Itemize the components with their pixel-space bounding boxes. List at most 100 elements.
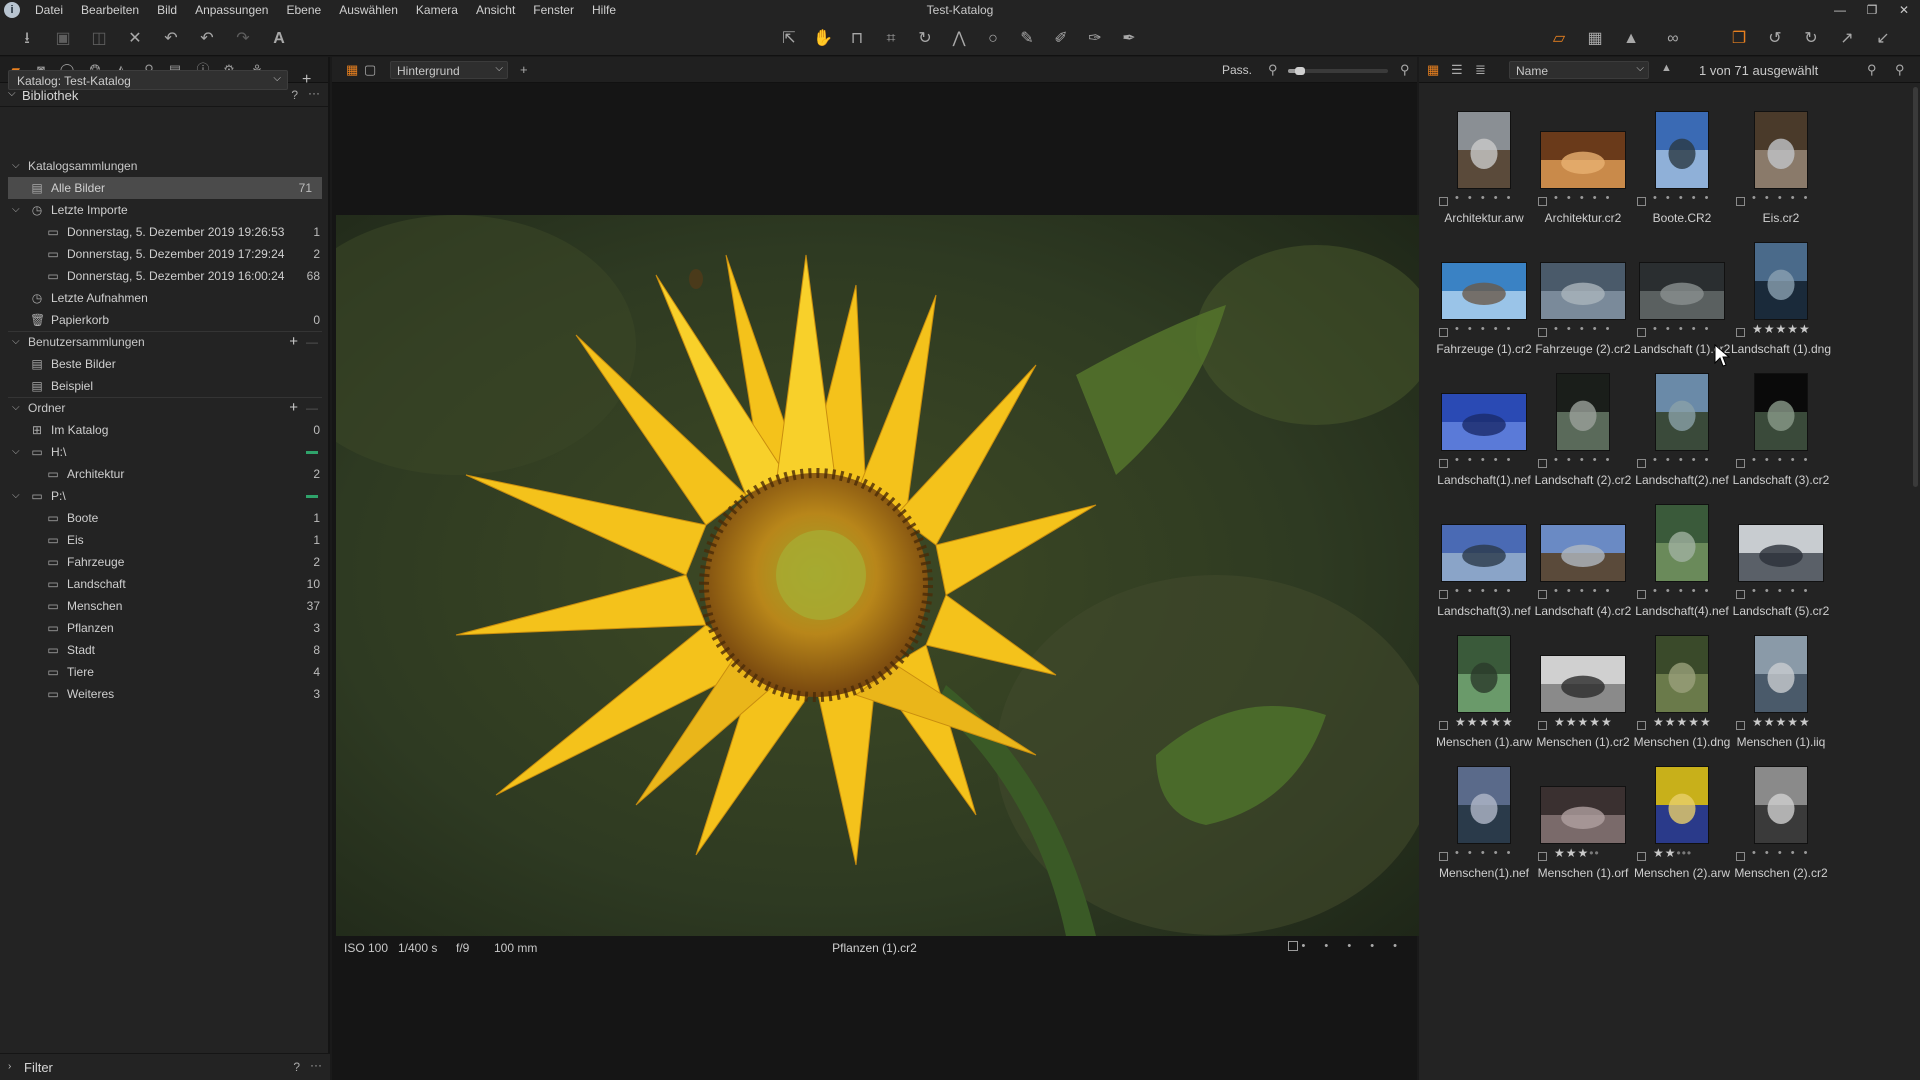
menu-fenster[interactable]: Fenster: [524, 0, 583, 20]
section-benutzersammlungen[interactable]: ⌵ Benutzersammlungen + —: [0, 331, 330, 353]
color-tag-box[interactable]: [1538, 590, 1547, 599]
add-catalog-icon[interactable]: +: [302, 71, 311, 89]
collection-all-images[interactable]: ▤ Alle Bilder 71: [8, 177, 322, 199]
scrollbar[interactable]: [1913, 87, 1918, 487]
user-collection-item[interactable]: ▤ Beste Bilder: [0, 353, 330, 375]
drive-h[interactable]: ⌵ ▭ H:\: [0, 441, 330, 463]
thumbnail-image[interactable]: [1639, 262, 1725, 320]
text-tool-icon[interactable]: A: [268, 28, 290, 50]
add-icon[interactable]: +: [520, 62, 528, 77]
copy-adjustments-icon[interactable]: ❐: [1728, 28, 1750, 50]
rating-stars[interactable]: • • • • •: [1752, 847, 1810, 859]
folder-item[interactable]: ▭ Eis 1: [0, 529, 330, 551]
color-tag-box[interactable]: [1439, 459, 1448, 468]
zoom-out-icon[interactable]: ⚲: [1268, 62, 1278, 78]
rating-stars[interactable]: • • • • •: [1455, 192, 1513, 204]
viewer-rating[interactable]: • • • • •: [1287, 940, 1405, 952]
zoom-slider[interactable]: [1288, 67, 1388, 75]
rotate-left-icon[interactable]: ↺: [1764, 28, 1786, 50]
drive-p[interactable]: ⌵ ▭ P:\: [0, 485, 330, 507]
delete-icon[interactable]: ✕: [124, 28, 146, 50]
list-view-icon[interactable]: ☰: [1451, 62, 1463, 78]
color-tag-box[interactable]: [1439, 721, 1448, 730]
catalog-select[interactable]: Katalog: Test-Katalog ⌵: [8, 70, 288, 90]
rating-stars[interactable]: ★★★★★: [1752, 715, 1811, 729]
rating-dots[interactable]: • • • • •: [1302, 940, 1405, 952]
color-tag-box[interactable]: [1736, 197, 1745, 206]
rating-stars[interactable]: • • • • •: [1554, 323, 1612, 335]
process-icon[interactable]: ◫: [88, 28, 110, 50]
thumbnail-image[interactable]: [1441, 524, 1527, 582]
help-icon[interactable]: ?: [293, 1060, 300, 1074]
color-tag-box[interactable]: [1736, 459, 1745, 468]
thumbnail-image[interactable]: [1441, 393, 1527, 451]
menu-anpassungen[interactable]: Anpassungen: [186, 0, 277, 20]
grid-view-icon[interactable]: ▦: [1584, 28, 1606, 50]
color-tag-box[interactable]: [1538, 721, 1547, 730]
color-tag-box[interactable]: [1637, 852, 1646, 861]
undo-icon[interactable]: ↶: [196, 28, 218, 50]
menu-hilfe[interactable]: Hilfe: [583, 0, 625, 20]
rating-stars[interactable]: • • • • •: [1752, 454, 1810, 466]
menu-ansicht[interactable]: Ansicht: [467, 0, 524, 20]
folder-item[interactable]: ▭ Pflanzen 3: [0, 617, 330, 639]
color-tag-box[interactable]: [1637, 197, 1646, 206]
color-tag-box[interactable]: [1736, 721, 1745, 730]
thumbnail-image[interactable]: [1540, 262, 1626, 320]
rating-stars[interactable]: • • • • •: [1752, 192, 1810, 204]
import-icon[interactable]: ⭳: [16, 28, 38, 50]
thumbnail-image[interactable]: [1457, 111, 1511, 189]
select-tool-icon[interactable]: ⇱: [778, 28, 800, 50]
folder-in-catalog[interactable]: ⊞ Im Katalog 0: [0, 419, 330, 441]
color-tag-box[interactable]: [1736, 328, 1745, 337]
multi-view-icon[interactable]: ▦: [346, 62, 358, 78]
rating-stars[interactable]: • • • • •: [1554, 192, 1612, 204]
thumbnail-image[interactable]: [1540, 786, 1626, 844]
thumbnail-image[interactable]: [1754, 111, 1808, 189]
thumbnail-image[interactable]: [1754, 635, 1808, 713]
thumbnail-image[interactable]: [1457, 635, 1511, 713]
rating-stars[interactable]: • • • • •: [1455, 847, 1513, 859]
menu-bild[interactable]: Bild: [148, 0, 186, 20]
thumbnail-image[interactable]: [1754, 373, 1808, 451]
menu-bearbeiten[interactable]: Bearbeiten: [72, 0, 148, 20]
rating-stars[interactable]: • • • • •: [1455, 454, 1513, 466]
spot-tool-icon[interactable]: ○: [982, 28, 1004, 50]
rating-stars[interactable]: ★★★★★: [1554, 715, 1613, 729]
sort-select[interactable]: Name ⌵: [1509, 61, 1649, 79]
thumbnail-image[interactable]: [1655, 111, 1709, 189]
apply-icon[interactable]: ↙: [1872, 28, 1894, 50]
maximize-button[interactable]: ❐: [1856, 0, 1888, 20]
crop-tool-icon[interactable]: ⌗: [880, 28, 902, 50]
rating-stars[interactable]: ★★★••: [1554, 846, 1600, 860]
user-collection-item[interactable]: ▤ Beispiel: [0, 375, 330, 397]
collection-trash[interactable]: 🗑 Papierkorb 0: [0, 309, 330, 331]
thumbnail[interactable]: • • • • • Menschen (2).cr2: [1722, 748, 1840, 908]
main-photo[interactable]: [336, 215, 1420, 936]
thumbnail-image[interactable]: [1457, 766, 1511, 844]
menu-auswaehlen[interactable]: Auswählen: [330, 0, 407, 20]
reset-icon[interactable]: ↶: [160, 28, 182, 50]
collection-recent-captures[interactable]: ◷ Letzte Aufnahmen: [0, 287, 330, 309]
camera-icon[interactable]: ▣: [52, 28, 74, 50]
rating-stars[interactable]: ★★•••: [1653, 846, 1692, 860]
color-tag-box[interactable]: [1439, 328, 1448, 337]
zoom-slider-knob[interactable]: [1295, 67, 1305, 75]
color-tag-box[interactable]: [1637, 459, 1646, 468]
import-item[interactable]: ▭ Donnerstag, 5. Dezember 2019 19:26:53 …: [0, 221, 330, 243]
folder-item[interactable]: ▭ Landschaft 10: [0, 573, 330, 595]
rating-stars[interactable]: • • • • •: [1455, 585, 1513, 597]
color-tag-box[interactable]: [1538, 328, 1547, 337]
close-button[interactable]: ✕: [1888, 0, 1920, 20]
warning-icon[interactable]: ▲: [1620, 28, 1642, 50]
background-select[interactable]: Hintergrund ⌵: [390, 61, 508, 79]
grid-view-icon[interactable]: ▦: [1427, 62, 1439, 78]
thumbnail-image[interactable]: [1655, 373, 1709, 451]
menu-kamera[interactable]: Kamera: [407, 0, 467, 20]
menu-datei[interactable]: Datei: [26, 0, 72, 20]
section-katalogsammlungen[interactable]: ⌵ Katalogsammlungen: [0, 155, 330, 177]
color-tag-box[interactable]: [1538, 852, 1547, 861]
more-icon[interactable]: ···: [310, 1058, 322, 1072]
color-tag-box[interactable]: [1637, 328, 1646, 337]
thumbnail-image[interactable]: [1655, 766, 1709, 844]
